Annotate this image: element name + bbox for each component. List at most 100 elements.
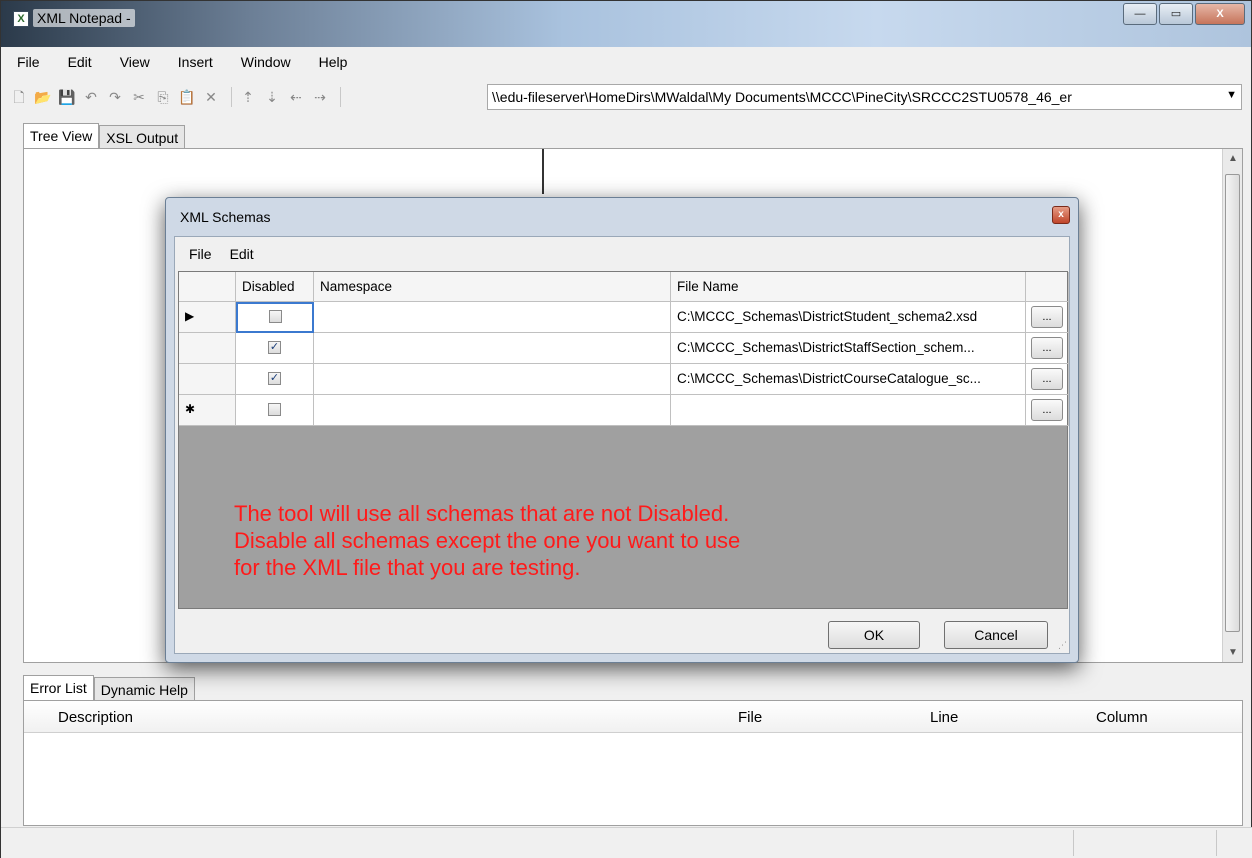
disabled-cell — [236, 395, 314, 426]
menu-insert[interactable]: Insert — [176, 50, 215, 74]
instruction-note: The tool will use all schemas that are n… — [234, 500, 740, 581]
row-indicator-icon — [179, 333, 236, 364]
toolbar: 🗋 📂 💾 ↶ ↷ ✂ ⎘ 📋 ✕ ⇡ ⇣ ⇠ ⇢ \\edu-fileserv… — [1, 81, 1251, 113]
cancel-button[interactable]: Cancel — [944, 621, 1048, 649]
namespace-cell[interactable] — [314, 364, 671, 395]
table-row-new[interactable]: ✱ ... — [179, 395, 1069, 426]
browse-button[interactable]: ... — [1031, 337, 1063, 359]
browse-cell: ... — [1026, 333, 1069, 364]
tab-error-list[interactable]: Error List — [23, 675, 94, 701]
caption-buttons: — ▭ X — [1123, 3, 1245, 25]
disabled-checkbox[interactable]: ✓ — [268, 341, 281, 354]
maximize-button[interactable]: ▭ — [1159, 3, 1193, 25]
xml-schemas-dialog: XML Schemas x File Edit Disabled Namespa… — [165, 197, 1079, 663]
file-name-cell[interactable]: C:\MCCC_Schemas\DistrictCourseCatalogue_… — [671, 364, 1026, 395]
table-row[interactable]: ▶ C:\MCCC_Schemas\DistrictStudent_schema… — [179, 302, 1069, 333]
nudge-left-icon[interactable]: ⇠ — [286, 87, 306, 107]
disabled-checkbox[interactable] — [268, 310, 282, 323]
nudge-down-icon[interactable]: ⇣ — [262, 87, 282, 107]
column-disabled[interactable]: Disabled — [236, 272, 314, 302]
nudge-up-icon[interactable]: ⇡ — [238, 87, 258, 107]
error-list-header: Description File Line Column — [24, 701, 1242, 733]
menu-view[interactable]: View — [118, 50, 152, 74]
save-icon[interactable]: 💾 — [57, 87, 77, 107]
disabled-cell: ✓ — [236, 333, 314, 364]
column-browse — [1026, 272, 1069, 302]
nudge-right-icon[interactable]: ⇢ — [310, 87, 330, 107]
new-file-icon[interactable]: 🗋 — [9, 87, 29, 107]
new-row-asterisk-icon: ✱ — [179, 395, 236, 426]
minimize-button[interactable]: — — [1123, 3, 1157, 25]
schemas-grid: Disabled Namespace File Name ▶ C:\MCCC_S… — [178, 271, 1069, 609]
column-namespace[interactable]: Namespace — [314, 272, 671, 302]
status-bar — [1, 827, 1252, 858]
undo-icon[interactable]: ↶ — [81, 87, 101, 107]
note-line: The tool will use all schemas that are n… — [234, 501, 730, 526]
column-file[interactable]: File — [738, 709, 762, 726]
column-description[interactable]: Description — [58, 709, 133, 726]
error-list-pane: Description File Line Column — [23, 700, 1243, 826]
browse-button[interactable]: ... — [1031, 306, 1063, 328]
namespace-cell[interactable] — [314, 302, 671, 333]
dropdown-arrow-icon[interactable]: ▼ — [1226, 89, 1237, 101]
status-divider — [1216, 830, 1217, 856]
menu-edit[interactable]: Edit — [66, 50, 94, 74]
file-path-combobox[interactable]: \\edu-fileserver\HomeDirs\MWaldal\My Doc… — [487, 84, 1242, 110]
window-title: XML Notepad - — [33, 9, 135, 27]
column-line[interactable]: Line — [930, 709, 958, 726]
file-path-text: \\edu-fileserver\HomeDirs\MWaldal\My Doc… — [492, 89, 1072, 105]
cut-icon[interactable]: ✂ — [129, 87, 149, 107]
redo-icon[interactable]: ↷ — [105, 87, 125, 107]
xml-notepad-window: X XML Notepad - — ▭ X File Edit View Ins… — [0, 0, 1252, 858]
dialog-close-button[interactable]: x — [1052, 206, 1070, 224]
namespace-cell[interactable] — [314, 395, 671, 426]
browse-cell: ... — [1026, 302, 1069, 333]
close-button[interactable]: X — [1195, 3, 1245, 25]
file-name-cell[interactable]: C:\MCCC_Schemas\DistrictStudent_schema2.… — [671, 302, 1026, 333]
row-header-corner — [179, 272, 236, 302]
menu-help[interactable]: Help — [317, 50, 350, 74]
table-row[interactable]: ✓ C:\MCCC_Schemas\DistrictCourseCatalogu… — [179, 364, 1069, 395]
status-divider — [1073, 830, 1074, 856]
row-indicator-icon — [179, 364, 236, 395]
ok-button[interactable]: OK — [828, 621, 920, 649]
toolbar-separator — [231, 87, 232, 107]
browse-cell: ... — [1026, 364, 1069, 395]
dialog-body: File Edit Disabled Namespace File Name ▶… — [174, 236, 1070, 654]
menu-window[interactable]: Window — [239, 50, 293, 74]
delete-icon[interactable]: ✕ — [201, 87, 221, 107]
view-tabs: Tree View XSL Output — [23, 123, 186, 149]
column-column[interactable]: Column — [1096, 709, 1148, 726]
tab-dynamic-help[interactable]: Dynamic Help — [93, 677, 195, 701]
disabled-checkbox[interactable] — [268, 403, 281, 416]
table-row[interactable]: ✓ C:\MCCC_Schemas\DistrictStaffSection_s… — [179, 333, 1069, 364]
copy-icon[interactable]: ⎘ — [153, 87, 173, 107]
grid-header: Disabled Namespace File Name — [179, 272, 1069, 302]
file-name-cell[interactable]: C:\MCCC_Schemas\DistrictStaffSection_sch… — [671, 333, 1026, 364]
vertical-scrollbar[interactable]: ▲ ▼ — [1222, 149, 1242, 662]
disabled-checkbox[interactable]: ✓ — [268, 372, 281, 385]
browse-button[interactable]: ... — [1031, 368, 1063, 390]
dialog-menu-file[interactable]: File — [189, 246, 212, 262]
column-file-name[interactable]: File Name — [671, 272, 1026, 302]
browse-cell: ... — [1026, 395, 1069, 426]
note-line: Disable all schemas except the one you w… — [234, 528, 741, 553]
tab-xsl-output[interactable]: XSL Output — [99, 125, 186, 149]
scroll-down-icon[interactable]: ▼ — [1228, 647, 1238, 658]
disabled-cell: ✓ — [236, 364, 314, 395]
scroll-up-icon[interactable]: ▲ — [1228, 153, 1238, 164]
dialog-title: XML Schemas — [180, 209, 271, 225]
dialog-menu-edit[interactable]: Edit — [230, 246, 254, 262]
disabled-cell — [236, 302, 314, 333]
browse-button[interactable]: ... — [1031, 399, 1063, 421]
namespace-cell[interactable] — [314, 333, 671, 364]
paste-icon[interactable]: 📋 — [177, 87, 197, 107]
menu-file[interactable]: File — [15, 50, 42, 74]
file-name-cell[interactable] — [671, 395, 1026, 426]
open-folder-icon[interactable]: 📂 — [33, 87, 53, 107]
tab-tree-view[interactable]: Tree View — [23, 123, 100, 149]
tree-splitter[interactable] — [542, 149, 544, 194]
resize-grip-icon[interactable]: ⋰ — [1058, 640, 1067, 651]
scrollbar-thumb[interactable] — [1225, 174, 1240, 632]
output-tabs: Error List Dynamic Help — [23, 675, 195, 701]
